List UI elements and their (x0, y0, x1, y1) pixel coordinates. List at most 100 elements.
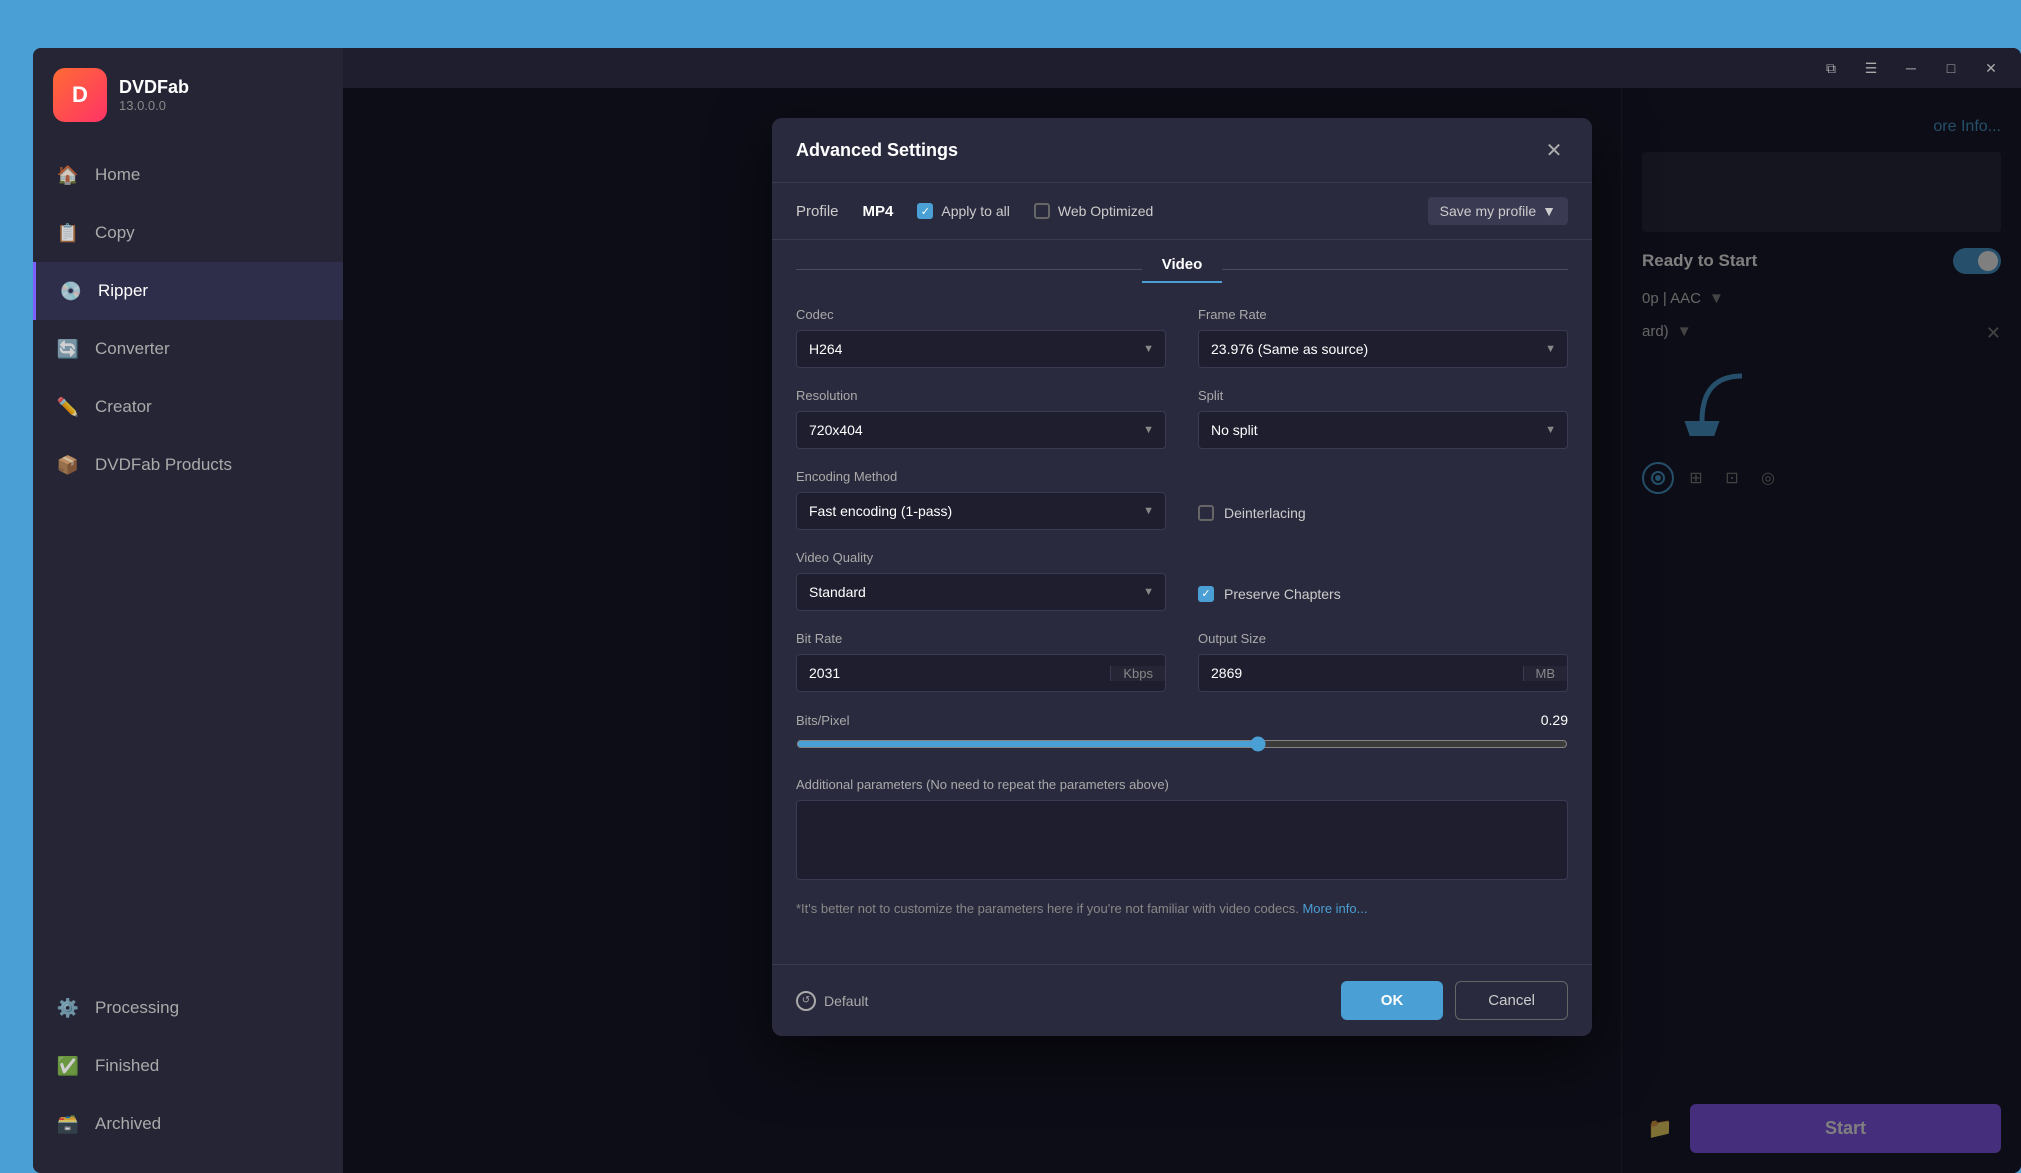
creator-icon: ✏️ (57, 396, 79, 418)
sidebar-item-finished[interactable]: ✅ Finished (33, 1037, 343, 1095)
preserve-chapters-group: ✓ Preserve Chapters (1198, 550, 1568, 611)
main-content: ore Info... Ready to Start 0p | AAC ▼ ar… (343, 88, 2021, 1173)
app-logo-icon: D (53, 68, 107, 122)
ok-btn[interactable]: OK (1341, 981, 1444, 1020)
restore-btn[interactable]: ⧉ (1817, 54, 1845, 82)
preserve-chapters-checkbox[interactable]: ✓ (1198, 586, 1214, 602)
preserve-chapters-label: Preserve Chapters (1224, 586, 1341, 602)
sidebar-item-label: Ripper (98, 281, 148, 301)
tab-line-right (1222, 269, 1568, 270)
resolution-split-row: Resolution 720x404 1280x720 1920x1080 Sp… (796, 388, 1568, 449)
sidebar-item-archived[interactable]: 🗃️ Archived (33, 1095, 343, 1153)
dialog-tabs: Video (772, 240, 1592, 283)
sidebar-item-ripper[interactable]: 💿 Ripper (33, 262, 343, 320)
sidebar-item-label: DVDFab Products (95, 455, 232, 475)
app-version: 13.0.0.0 (119, 98, 189, 113)
sidebar-bottom: ⚙️ Processing ✅ Finished 🗃️ Archived (33, 979, 343, 1173)
save-profile-arrow: ▼ (1542, 203, 1556, 219)
apply-to-all-checkbox[interactable]: ✓ (917, 203, 933, 219)
codec-framerate-row: Codec H264 H265 MPEG4 Frame Rate (796, 307, 1568, 368)
resolution-select[interactable]: 720x404 1280x720 1920x1080 (796, 411, 1166, 449)
tab-line-left (796, 269, 1142, 270)
resolution-label: Resolution (796, 388, 1166, 403)
framerate-group: Frame Rate 23.976 (Same as source) 24 25… (1198, 307, 1568, 368)
quality-select[interactable]: Standard High Ultra High Custom (796, 573, 1166, 611)
resolution-group: Resolution 720x404 1280x720 1920x1080 (796, 388, 1166, 449)
split-select-wrapper[interactable]: No split By size By duration (1198, 411, 1568, 449)
converter-icon: 🔄 (57, 338, 79, 360)
codec-select[interactable]: H264 H265 MPEG4 (796, 330, 1166, 368)
deinterlacing-checkbox[interactable] (1198, 505, 1214, 521)
video-quality-group: Video Quality Standard High Ultra High C… (796, 550, 1166, 611)
sidebar-item-home[interactable]: 🏠 Home (33, 146, 343, 204)
additional-params-textarea[interactable] (796, 800, 1568, 880)
apply-to-all-label: Apply to all (941, 203, 1009, 219)
profile-value: MP4 (863, 203, 894, 220)
sidebar-item-converter[interactable]: 🔄 Converter (33, 320, 343, 378)
dialog-body: Codec H264 H265 MPEG4 Frame Rate (772, 283, 1592, 964)
bitrate-label: Bit Rate (796, 631, 1166, 646)
tab-video[interactable]: Video (1142, 256, 1223, 283)
title-bar: ⧉ ☰ ─ □ ✕ (343, 48, 2021, 88)
sidebar-item-processing[interactable]: ⚙️ Processing (33, 979, 343, 1037)
close-btn[interactable]: ✕ (1977, 54, 2005, 82)
maximize-btn[interactable]: □ (1937, 54, 1965, 82)
processing-icon: ⚙️ (57, 997, 79, 1019)
save-profile-btn[interactable]: Save my profile ▼ (1428, 197, 1568, 225)
codec-group: Codec H264 H265 MPEG4 (796, 307, 1166, 368)
codec-select-wrapper[interactable]: H264 H265 MPEG4 (796, 330, 1166, 368)
framerate-select[interactable]: 23.976 (Same as source) 24 25 29.97 30 (1198, 330, 1568, 368)
profile-label: Profile (796, 203, 839, 220)
home-icon: 🏠 (57, 164, 79, 186)
more-info-link[interactable]: More info... (1302, 901, 1367, 916)
advanced-settings-dialog: Advanced Settings ✕ Profile MP4 ✓ Apply … (772, 118, 1592, 1036)
sidebar-item-creator[interactable]: ✏️ Creator (33, 378, 343, 436)
encoding-select[interactable]: Fast encoding (1-pass) High quality (2-p… (796, 492, 1166, 530)
web-optimized-check[interactable]: Web Optimized (1034, 203, 1153, 219)
quality-chapters-row: Video Quality Standard High Ultra High C… (796, 550, 1568, 611)
app-title: DVDFab (119, 77, 189, 98)
save-profile-label: Save my profile (1440, 203, 1536, 219)
bitrate-input[interactable] (797, 655, 1110, 691)
cancel-btn[interactable]: Cancel (1455, 981, 1568, 1020)
archived-icon: 🗃️ (57, 1113, 79, 1135)
deinterlace-group: Deinterlacing (1198, 469, 1568, 530)
bitrate-input-wrap: Kbps (796, 654, 1166, 692)
sidebar-item-dvdfab-products[interactable]: 📦 DVDFab Products (33, 436, 343, 494)
additional-params-label: Additional parameters (No need to repeat… (796, 777, 1568, 792)
sidebar-item-label: Creator (95, 397, 152, 417)
menu-btn[interactable]: ☰ (1857, 54, 1885, 82)
sidebar-item-label: Finished (95, 1056, 159, 1076)
encoding-group: Encoding Method Fast encoding (1-pass) H… (796, 469, 1166, 530)
apply-to-all-check[interactable]: ✓ Apply to all (917, 203, 1009, 219)
codec-label: Codec (796, 307, 1166, 322)
outputsize-unit: MB (1523, 666, 1568, 681)
dialog-footer: ↺ Default OK Cancel (772, 964, 1592, 1036)
web-optimized-checkbox[interactable] (1034, 203, 1050, 219)
dialog-title: Advanced Settings (796, 140, 958, 161)
dialog-close-btn[interactable]: ✕ (1540, 136, 1568, 164)
encoding-select-wrapper[interactable]: Fast encoding (1-pass) High quality (2-p… (796, 492, 1166, 530)
sidebar: D DVDFab 13.0.0.0 🏠 Home 📋 Copy 💿 Ripper… (33, 48, 343, 1173)
default-btn[interactable]: ↺ Default (796, 991, 868, 1011)
bits-pixel-section: Bits/Pixel 0.29 (796, 712, 1568, 757)
bits-pixel-slider[interactable] (796, 736, 1568, 752)
default-label: Default (824, 993, 868, 1009)
sidebar-nav: 🏠 Home 📋 Copy 💿 Ripper 🔄 Converter ✏️ Cr… (33, 146, 343, 979)
encoding-deinterlace-row: Encoding Method Fast encoding (1-pass) H… (796, 469, 1568, 530)
resolution-select-wrapper[interactable]: 720x404 1280x720 1920x1080 (796, 411, 1166, 449)
additional-params-section: Additional parameters (No need to repeat… (796, 777, 1568, 885)
outputsize-input[interactable] (1199, 655, 1523, 691)
quality-select-wrapper[interactable]: Standard High Ultra High Custom (796, 573, 1166, 611)
split-group: Split No split By size By duration (1198, 388, 1568, 449)
encoding-label: Encoding Method (796, 469, 1166, 484)
minimize-btn[interactable]: ─ (1897, 54, 1925, 82)
framerate-select-wrapper[interactable]: 23.976 (Same as source) 24 25 29.97 30 (1198, 330, 1568, 368)
split-select[interactable]: No split By size By duration (1198, 411, 1568, 449)
sidebar-item-copy[interactable]: 📋 Copy (33, 204, 343, 262)
video-quality-label: Video Quality (796, 550, 1166, 565)
outputsize-label: Output Size (1198, 631, 1568, 646)
footer-buttons: OK Cancel (1341, 981, 1568, 1020)
bitrate-unit: Kbps (1110, 666, 1165, 681)
copy-icon: 📋 (57, 222, 79, 244)
